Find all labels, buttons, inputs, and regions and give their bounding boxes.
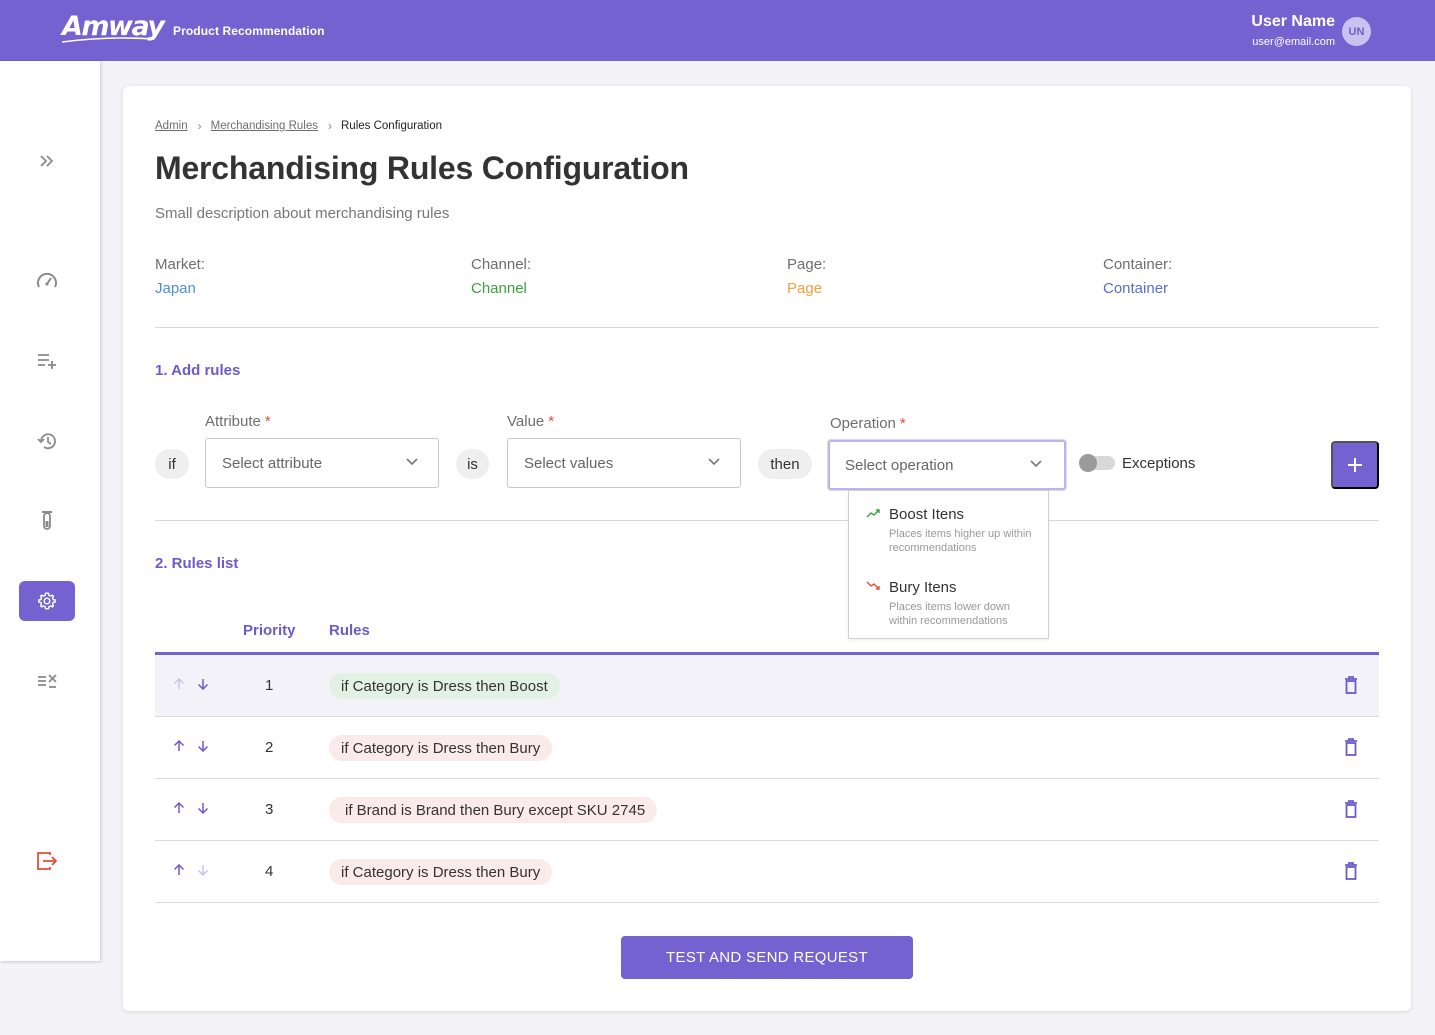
add-rule-button[interactable] (1331, 441, 1379, 489)
meta-channel: Channel: Channel (471, 256, 531, 297)
meta-value: Page (787, 280, 823, 297)
test-tube-icon[interactable] (36, 510, 58, 532)
meta-page: Page: Page (787, 256, 826, 297)
toggle-knob (1079, 454, 1097, 472)
avatar[interactable]: UN (1342, 17, 1371, 46)
arrow-up-icon[interactable] (173, 802, 185, 814)
playlist-add-icon[interactable] (36, 350, 58, 372)
meta-value: Japan (155, 280, 196, 297)
rules-list-title: 2. Rules list (155, 555, 239, 572)
value-placeholder: Select values (524, 455, 614, 472)
page-description: Small description about merchandising ru… (155, 205, 450, 222)
speedometer-icon[interactable] (36, 270, 58, 292)
breadcrumb-admin[interactable]: Admin (155, 120, 188, 132)
rule-chip: if Category is Dress then Bury (329, 735, 553, 761)
arrow-down-icon[interactable] (197, 740, 209, 752)
arrow-up-icon[interactable] (173, 740, 185, 752)
user-name: User Name (1251, 13, 1335, 30)
operation-select[interactable]: Select operation (828, 440, 1066, 490)
breadcrumb-current: Rules Configuration (341, 120, 443, 132)
is-chip: is (456, 449, 489, 479)
divider (155, 327, 1379, 328)
plus-icon (1348, 458, 1362, 472)
arrow-down-icon (197, 865, 209, 876)
rule-chip: if Category is Dress then Bury (329, 859, 553, 885)
operation-placeholder: Select operation (845, 457, 954, 474)
priority-value: 3 (265, 801, 274, 818)
meta-label: Channel: (471, 256, 532, 273)
attribute-placeholder: Select attribute (222, 455, 323, 472)
trash-icon[interactable] (1344, 738, 1358, 756)
arrow-up-icon (173, 678, 185, 689)
chevron-down-icon (1030, 460, 1042, 468)
operation-dropdown: Boost Itens Places items higher up withi… (848, 490, 1049, 639)
trending-down-icon (866, 581, 880, 590)
attribute-label: Attribute * (205, 413, 271, 430)
meta-label: Market: (155, 256, 206, 273)
table-row: 4 if Category is Dress then Bury (155, 841, 1379, 903)
operation-label: Operation * (830, 415, 906, 432)
then-chip: then (758, 449, 812, 479)
priority-value: 2 (265, 739, 274, 756)
arrow-down-icon[interactable] (197, 802, 209, 814)
history-icon[interactable] (36, 430, 58, 452)
value-label: Value * (507, 413, 555, 430)
meta-value: Channel (471, 280, 527, 297)
meta-label: Page: (787, 256, 827, 273)
breadcrumb-merchandising-rules[interactable]: Merchandising Rules (211, 120, 318, 132)
exceptions-label: Exceptions (1122, 455, 1196, 472)
list-check-icon[interactable] (36, 670, 58, 692)
meta-container: Container: Container (1103, 256, 1172, 297)
user-email: user@email.com (1252, 36, 1335, 48)
trash-icon[interactable] (1344, 862, 1358, 880)
chevron-down-icon (406, 458, 418, 466)
product-title: Product Recommendation (173, 24, 325, 38)
arrow-down-icon[interactable] (197, 678, 209, 690)
meta-value: Container (1103, 280, 1169, 297)
chevron-down-icon (708, 458, 720, 466)
trending-up-icon (866, 509, 880, 518)
add-rules-title: 1. Add rules (155, 362, 241, 379)
meta-label: Container: (1103, 256, 1173, 273)
if-chip: if (155, 449, 189, 479)
table-row: 2 if Category is Dress then Bury (155, 717, 1379, 779)
sidebar-item-settings[interactable] (19, 581, 75, 621)
option-title: Boost Itens (889, 506, 965, 523)
priority-value: 1 (265, 677, 274, 694)
priority-value: 4 (265, 863, 274, 880)
rule-chip: if Category is Dress then Boost (329, 673, 560, 699)
chevron-right-icon: › (328, 119, 332, 133)
table-row: 1 if Category is Dress then Boost (155, 655, 1379, 717)
option-description: Places items higher up within recommenda… (889, 528, 1032, 554)
column-rules: Rules (329, 622, 370, 639)
main-card: Admin › Merchandising Rules › Rules Conf… (123, 86, 1411, 1011)
rule-chip: if Brand is Brand then Bury except SKU 2… (329, 797, 658, 823)
logout-icon[interactable] (36, 850, 58, 872)
trash-icon[interactable] (1344, 676, 1358, 694)
test-and-send-button[interactable]: TEST AND SEND REQUEST (621, 936, 913, 979)
sidebar (0, 61, 100, 961)
gear-icon (38, 592, 56, 610)
chevron-right-icon: › (197, 119, 202, 133)
trash-icon[interactable] (1344, 800, 1358, 818)
column-priority: Priority (243, 622, 296, 639)
attribute-select[interactable]: Select attribute (205, 438, 439, 488)
table-row: 3 if Brand is Brand then Bury except SKU… (155, 779, 1379, 841)
page-title: Merchandising Rules Configuration (155, 150, 689, 186)
divider (155, 520, 1379, 521)
option-description: Places items lower down within recommend… (889, 601, 1011, 627)
top-bar: Amway Product Recommendation User Name u… (0, 0, 1435, 61)
exceptions-toggle[interactable] (1079, 454, 1115, 472)
value-select[interactable]: Select values (507, 438, 741, 488)
logo-swoosh-icon (61, 37, 155, 43)
meta-market: Market: Japan (155, 256, 205, 297)
expand-icon[interactable] (36, 150, 58, 172)
breadcrumb: Admin › Merchandising Rules › Rules Conf… (155, 119, 442, 133)
option-title: Bury Itens (889, 579, 957, 596)
arrow-up-icon[interactable] (173, 864, 185, 876)
